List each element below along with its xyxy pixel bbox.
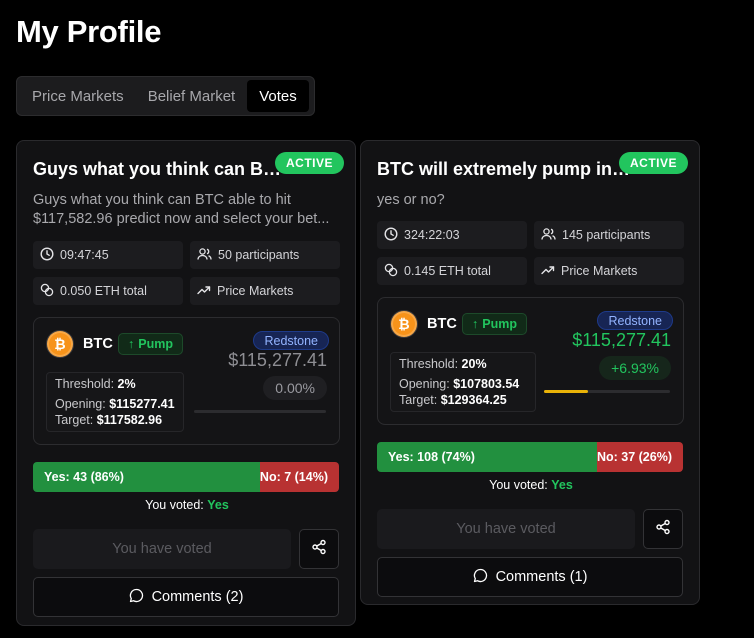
- status-badge: ACTIVE: [274, 152, 344, 174]
- comments-button[interactable]: Comments (2): [33, 577, 339, 617]
- voted-choice: Yes: [551, 478, 573, 492]
- card-title[interactable]: BTC will extremely pump in ja...: [377, 159, 633, 180]
- threshold-label: Threshold:: [399, 357, 459, 371]
- share-button[interactable]: [643, 509, 683, 549]
- arrow-up-icon: ↑: [472, 317, 479, 331]
- change-percent: +6.93%: [599, 356, 671, 380]
- voted-status: You voted: Yes: [17, 498, 355, 512]
- vote-yes-segment: Yes: 108 (74%): [377, 442, 597, 472]
- voted-button[interactable]: You have voted: [377, 509, 635, 549]
- clock-icon: [384, 226, 398, 244]
- page-title: My Profile: [16, 14, 162, 49]
- arrow-up-icon: ↑: [128, 337, 135, 351]
- category-stat: Price Markets: [534, 257, 684, 285]
- total-value: 0.145 ETH total: [404, 264, 491, 278]
- card-description: Guys what you think can BTC able to hit …: [33, 192, 330, 227]
- time-left-stat: 09:47:45: [33, 241, 183, 269]
- card-description: yes or no?: [377, 192, 445, 208]
- current-price: $115,277.41: [228, 350, 327, 370]
- share-icon: [311, 539, 327, 560]
- market-details: Threshold: 20% Opening: $107803.54 Targe…: [390, 352, 536, 412]
- voted-prefix: You voted:: [489, 478, 548, 492]
- comments-label: Comments (1): [495, 569, 588, 585]
- time-left-stat: 324:22:03: [377, 221, 527, 249]
- vote-yes-segment: Yes: 43 (86%): [33, 462, 260, 492]
- source-badge: Redstone: [597, 311, 673, 330]
- market-box: ₿ BTC ↑ Pump Threshold: 20% Opening: $10…: [377, 297, 684, 425]
- direction-label: Pump: [482, 317, 517, 331]
- direction-label: Pump: [138, 337, 173, 351]
- participants-stat: 145 participants: [534, 221, 684, 249]
- users-icon: [541, 227, 556, 244]
- trending-up-icon: [541, 263, 555, 280]
- target-label: Target:: [399, 393, 438, 407]
- category-value: Price Markets: [217, 284, 294, 298]
- total-stat: 0.050 ETH total: [33, 277, 183, 305]
- progress-fill: [544, 390, 589, 393]
- trending-up-icon: [197, 283, 211, 300]
- share-button[interactable]: [299, 529, 339, 569]
- threshold-label: Threshold:: [55, 377, 115, 391]
- opening-value: $115277.41: [109, 397, 175, 411]
- message-circle-icon: [473, 568, 488, 587]
- target-value: $117582.96: [96, 413, 163, 427]
- threshold-value: 20%: [461, 357, 487, 371]
- voted-button[interactable]: You have voted: [33, 529, 291, 569]
- change-percent: 0.00%: [263, 376, 327, 400]
- time-left-value: 324:22:03: [404, 228, 460, 242]
- comments-button[interactable]: Comments (1): [377, 557, 683, 597]
- opening-label: Opening:: [399, 377, 450, 391]
- tab-belief-market[interactable]: Belief Market: [136, 80, 248, 112]
- category-value: Price Markets: [561, 264, 638, 278]
- comments-label: Comments (2): [151, 589, 244, 605]
- vote-no-segment: No: 37 (26%): [596, 442, 683, 472]
- coins-icon: [384, 263, 398, 280]
- coins-icon: [40, 283, 54, 300]
- opening-value: $107803.54: [453, 377, 520, 391]
- prediction-card: Guys what you think can BTC... ACTIVE Gu…: [16, 140, 356, 626]
- tab-bar: Price Markets Belief Market Votes: [16, 76, 315, 116]
- status-badge: ACTIVE: [618, 152, 688, 174]
- participants-stat: 50 participants: [190, 241, 340, 269]
- participants-value: 145 participants: [562, 228, 651, 242]
- tab-votes[interactable]: Votes: [247, 80, 309, 112]
- market-box: ₿ BTC ↑ Pump Threshold: 2% Opening: $115…: [33, 317, 340, 445]
- bitcoin-icon: ₿: [47, 331, 73, 357]
- current-price: $115,277.41: [572, 330, 671, 350]
- progress-track: [544, 390, 670, 393]
- coin-ticker: BTC: [83, 336, 113, 352]
- users-icon: [197, 247, 212, 264]
- card-title[interactable]: Guys what you think can BTC...: [33, 159, 289, 180]
- market-details: Threshold: 2% Opening: $115277.41 Target…: [46, 372, 184, 432]
- message-circle-icon: [129, 588, 144, 607]
- prediction-card: BTC will extremely pump in ja... ACTIVE …: [360, 140, 700, 605]
- vote-split-bar: Yes: 108 (74%) No: 37 (26%): [377, 442, 683, 472]
- share-icon: [655, 519, 671, 540]
- vote-no-segment: No: 7 (14%): [259, 462, 339, 492]
- clock-icon: [40, 246, 54, 264]
- opening-label: Opening:: [55, 397, 106, 411]
- source-badge: Redstone: [253, 331, 329, 350]
- time-left-value: 09:47:45: [60, 248, 109, 262]
- bitcoin-icon: ₿: [391, 311, 417, 337]
- voted-choice: Yes: [207, 498, 229, 512]
- participants-value: 50 participants: [218, 248, 300, 262]
- voted-prefix: You voted:: [145, 498, 204, 512]
- threshold-value: 2%: [117, 377, 136, 391]
- target-label: Target:: [55, 413, 94, 427]
- direction-badge: ↑ Pump: [118, 333, 183, 355]
- coin-ticker: BTC: [427, 316, 457, 332]
- total-stat: 0.145 ETH total: [377, 257, 527, 285]
- target-value: $129364.25: [440, 393, 507, 407]
- category-stat: Price Markets: [190, 277, 340, 305]
- tab-price-markets[interactable]: Price Markets: [20, 80, 136, 112]
- voted-status: You voted: Yes: [361, 478, 699, 492]
- total-value: 0.050 ETH total: [60, 284, 147, 298]
- vote-split-bar: Yes: 43 (86%) No: 7 (14%): [33, 462, 339, 492]
- progress-track: [194, 410, 326, 413]
- direction-badge: ↑ Pump: [462, 313, 527, 335]
